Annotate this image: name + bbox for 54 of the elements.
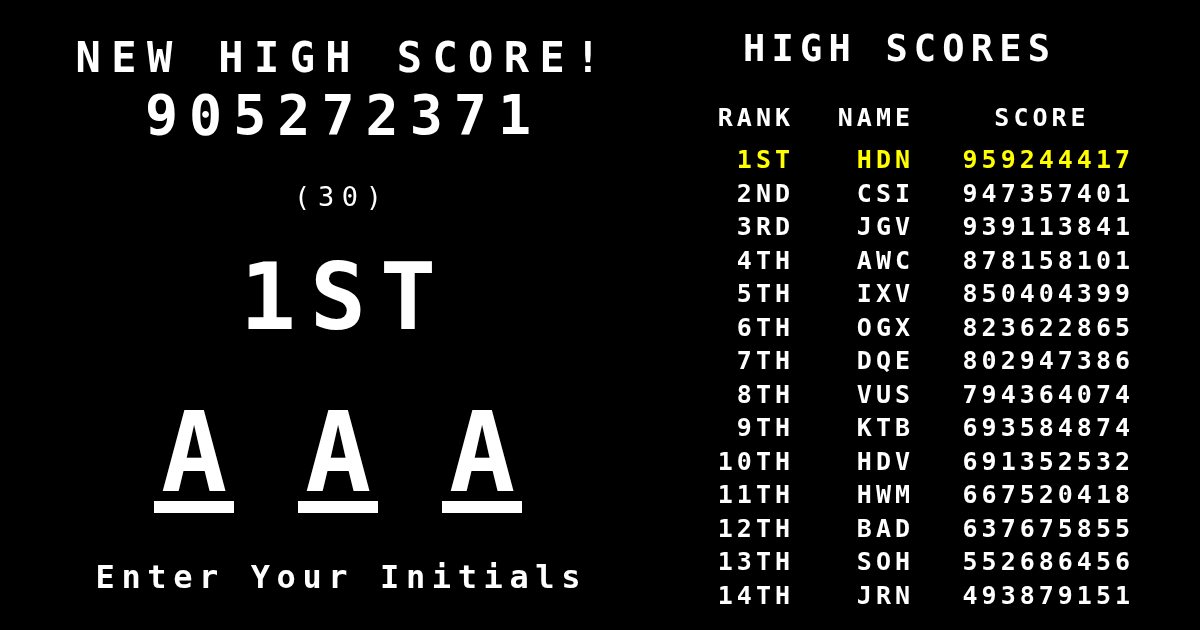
rank-cell-text: 4TH xyxy=(736,244,794,277)
name-cell-text: DQE xyxy=(856,345,914,378)
name-cell-text: AWC xyxy=(856,244,914,277)
name-cell-text: JGV xyxy=(856,211,914,244)
column-header: RANK xyxy=(717,102,794,135)
rank-cell-text: 14TH xyxy=(717,579,794,612)
rank-cell-text: 11TH xyxy=(717,479,794,512)
rank-cell-text: 1ST xyxy=(736,144,794,177)
score-cell-text: 637675855 xyxy=(962,512,1134,545)
name-cell-text: BAD xyxy=(856,512,914,545)
score-value: 905272371 xyxy=(144,85,542,146)
column-header: NAME xyxy=(837,102,914,135)
high-scores-title: HIGH SCORES xyxy=(743,27,1057,72)
new-high-score-title: NEW HIGH SCORE! xyxy=(74,35,611,82)
name-cell-text: KTB xyxy=(856,412,914,445)
name-cell-text: HDN xyxy=(856,144,914,177)
rank-cell-text: 7TH xyxy=(736,345,794,378)
score-cell-text: 552686456 xyxy=(962,546,1134,579)
score-cell-text: 667520418 xyxy=(962,479,1134,512)
score-cell-text: 802947386 xyxy=(962,345,1134,378)
score-cell-text: 691352532 xyxy=(962,445,1134,478)
rank-cell-text: 12TH xyxy=(717,512,794,545)
rank-cell-text: 5TH xyxy=(736,278,794,311)
score-cell-text: 878158101 xyxy=(962,244,1134,277)
name-cell-text: IXV xyxy=(856,278,914,311)
name-cell-text: VUS xyxy=(856,378,914,411)
score-cell-text: 493879151 xyxy=(962,579,1134,612)
name-cell-text: OGX xyxy=(856,311,914,344)
score-cell-text: 823622865 xyxy=(962,311,1134,344)
rank-cell-text: 3RD xyxy=(736,211,794,244)
countdown-timer: (30) xyxy=(292,180,390,214)
column-header: SCORE xyxy=(994,102,1090,135)
placement-rank: 1ST xyxy=(239,251,450,345)
score-cell-text: 939113841 xyxy=(962,211,1134,244)
name-cell-text: HWM xyxy=(856,479,914,512)
prompt-text: Enter Your Initials xyxy=(94,558,587,597)
initial-field[interactable]: A xyxy=(442,405,522,514)
initial-field[interactable]: A xyxy=(298,405,378,514)
rank-cell-text: 10TH xyxy=(717,445,794,478)
score-cell-text: 850404399 xyxy=(962,278,1134,311)
initial-field[interactable]: A xyxy=(154,405,234,514)
rank-cell-text: 6TH xyxy=(736,311,794,344)
rank-cell-text: 13TH xyxy=(717,546,794,579)
name-cell-text: HDV xyxy=(856,445,914,478)
rank-cell-text: 2ND xyxy=(736,177,794,210)
rank-cell-text: 8TH xyxy=(736,378,794,411)
score-cell-text: 959244417 xyxy=(962,144,1134,177)
score-cell-text: 947357401 xyxy=(962,177,1134,210)
rank-cell-text: 9TH xyxy=(736,412,794,445)
score-cell-text: 693584874 xyxy=(962,412,1134,445)
name-cell-text: SOH xyxy=(856,546,914,579)
name-cell-text: CSI xyxy=(856,177,914,210)
score-cell-text: 794364074 xyxy=(962,378,1134,411)
name-cell-text: JRN xyxy=(856,579,914,612)
